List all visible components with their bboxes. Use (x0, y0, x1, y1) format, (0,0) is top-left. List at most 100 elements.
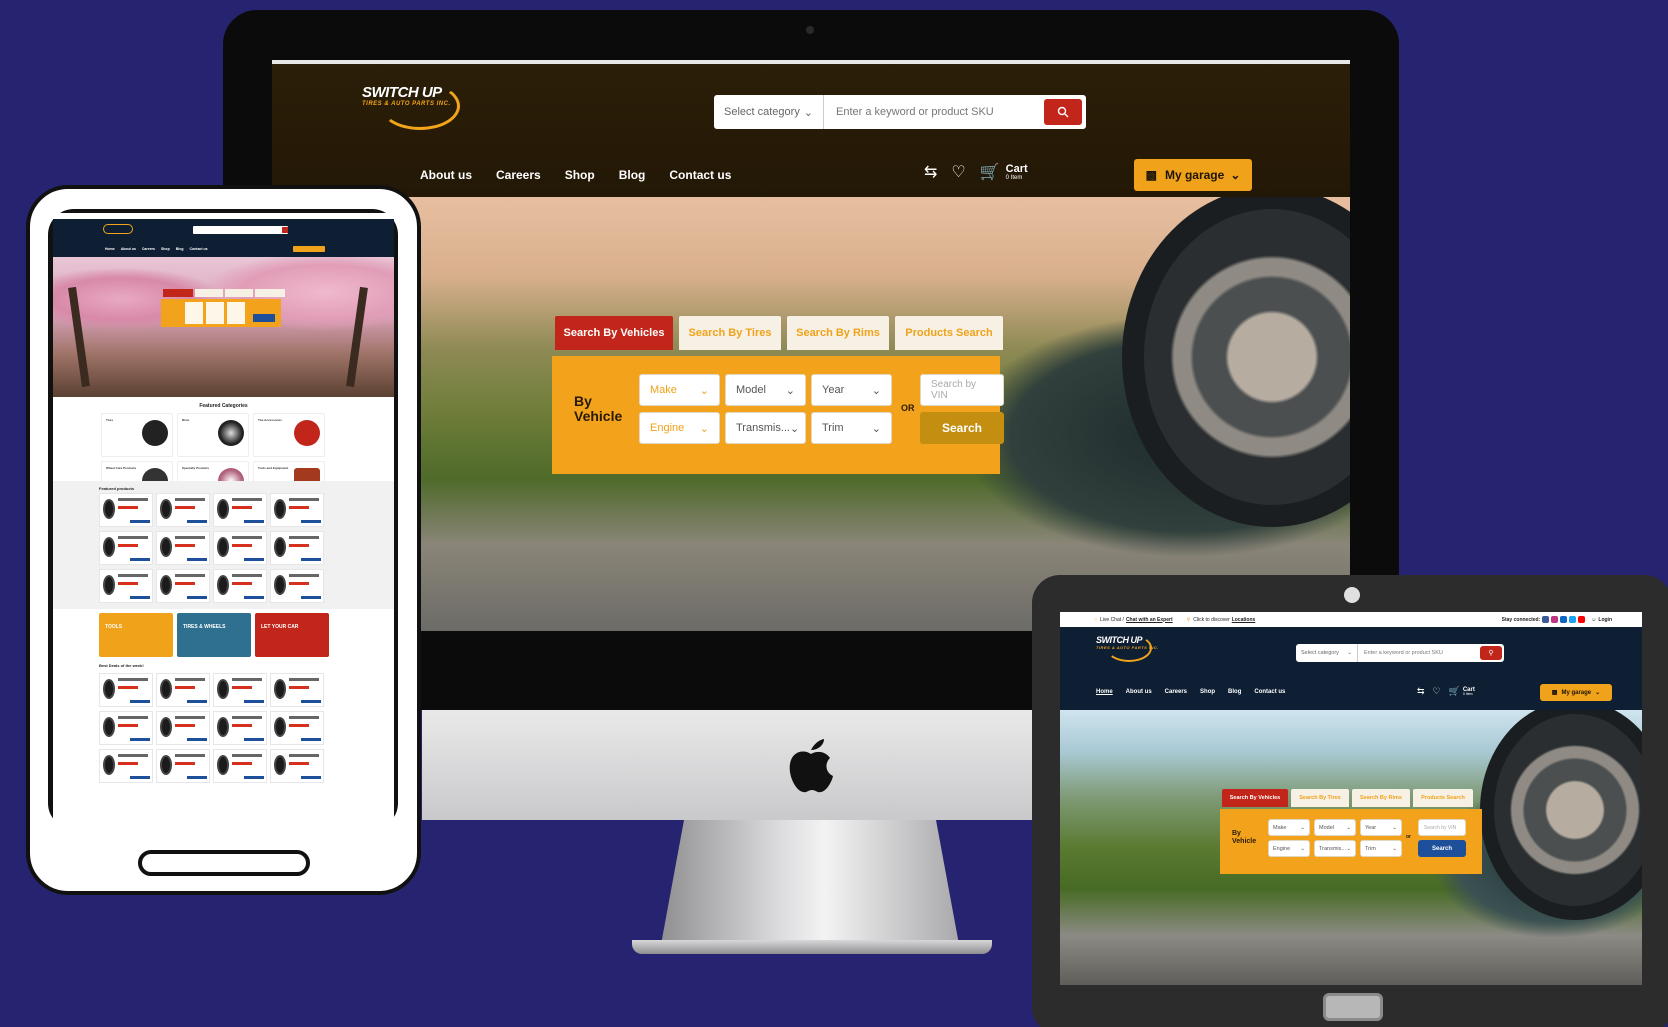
model-select[interactable]: Model ⌄ (1314, 819, 1356, 836)
deal-card[interactable] (99, 673, 153, 707)
product-card[interactable] (156, 531, 210, 565)
transmission-select[interactable]: Transmis... ⌄ (725, 412, 806, 444)
year-select[interactable]: Year ⌄ (1360, 819, 1402, 836)
mini-nav-shop[interactable]: Shop (161, 247, 170, 251)
cart-link[interactable]: Cart 0 Item (1006, 163, 1028, 181)
deal-card[interactable] (156, 673, 210, 707)
tab-products-search[interactable]: Products Search (895, 316, 1003, 350)
chat-with-expert-link[interactable]: Chat with an Expert (1126, 617, 1173, 623)
make-select[interactable]: Make ⌄ (639, 374, 720, 406)
product-card[interactable] (213, 493, 267, 527)
search-input[interactable]: Enter a keyword or product SKU (1358, 644, 1480, 662)
tab-search-by-vehicles[interactable]: Search By Vehicles (555, 316, 673, 350)
nav-contact-us[interactable]: Contact us (1254, 689, 1285, 695)
tab-search-by-tires[interactable]: Search By Tires (679, 316, 781, 350)
login-link[interactable]: Login (1598, 617, 1612, 623)
year-select[interactable]: Year ⌄ (811, 374, 892, 406)
compare-icon[interactable]: ⇆ (924, 162, 937, 182)
deal-card[interactable] (213, 749, 267, 783)
search-submit-button[interactable]: Search (1418, 840, 1466, 857)
cart-icon[interactable]: 🛒 (980, 162, 1000, 182)
deal-card[interactable] (213, 673, 267, 707)
instagram-icon[interactable] (1551, 616, 1559, 623)
product-card[interactable] (99, 531, 153, 565)
heart-icon[interactable]: ♡ (1433, 686, 1441, 697)
trim-select[interactable]: Trim ⌄ (1360, 840, 1402, 857)
tablet-home-button[interactable] (1323, 993, 1383, 1021)
my-garage-button[interactable]: ▩ My garage ⌄ (1540, 684, 1612, 701)
nav-shop[interactable]: Shop (1200, 689, 1215, 695)
make-select[interactable]: Make ⌄ (1268, 819, 1310, 836)
mini-tab[interactable] (255, 289, 285, 297)
category-select[interactable]: Select category ⌄ (1296, 644, 1358, 662)
promo-banner-car[interactable]: LET YOUR CAR (255, 613, 329, 657)
category-card-accessories[interactable]: Tire Accessories (253, 413, 325, 457)
tab-search-by-rims[interactable]: Search By Rims (1352, 789, 1410, 807)
deal-card[interactable] (270, 749, 324, 783)
product-card[interactable] (156, 569, 210, 603)
deal-card[interactable] (270, 711, 324, 745)
nav-blog[interactable]: Blog (619, 168, 646, 182)
product-card[interactable] (270, 493, 324, 527)
tab-search-by-rims[interactable]: Search By Rims (787, 316, 889, 350)
nav-home[interactable]: Home (1096, 689, 1113, 695)
facebook-icon[interactable] (1542, 616, 1550, 623)
promo-banner-tools[interactable]: TOOLS (99, 613, 173, 657)
nav-contact-us[interactable]: Contact us (669, 168, 731, 182)
mini-nav-home[interactable]: Home (105, 247, 115, 251)
locations-link[interactable]: Locations (1232, 617, 1256, 623)
mini-nav-about[interactable]: About us (121, 247, 136, 251)
mini-nav-contact[interactable]: Contact us (189, 247, 207, 251)
vin-input[interactable]: Search by VIN (920, 374, 1004, 406)
product-card[interactable] (213, 531, 267, 565)
deal-card[interactable] (156, 711, 210, 745)
vin-input[interactable]: Search by VIN (1418, 819, 1466, 836)
mini-nav-careers[interactable]: Careers (142, 247, 155, 251)
mini-search-button[interactable] (253, 314, 275, 322)
deal-card[interactable] (99, 711, 153, 745)
mini-nav-blog[interactable]: Blog (176, 247, 184, 251)
tab-search-by-vehicles[interactable]: Search By Vehicles (1222, 789, 1288, 807)
compare-icon[interactable]: ⇆ (1417, 686, 1425, 697)
category-card-tires[interactable]: Tires (101, 413, 173, 457)
product-card[interactable] (99, 493, 153, 527)
mini-tab[interactable] (225, 289, 253, 297)
product-card[interactable] (270, 569, 324, 603)
category-select[interactable]: Select category ⌄ (714, 95, 824, 129)
engine-select[interactable]: Engine ⌄ (639, 412, 720, 444)
deal-card[interactable] (270, 673, 324, 707)
product-card[interactable] (213, 569, 267, 603)
deal-card[interactable] (213, 711, 267, 745)
product-card[interactable] (270, 531, 324, 565)
mini-tab-active[interactable] (163, 289, 193, 297)
nav-blog[interactable]: Blog (1228, 689, 1241, 695)
deal-card[interactable] (156, 749, 210, 783)
promo-banner-tires[interactable]: TIRES & WHEELS (177, 613, 251, 657)
my-garage-button[interactable]: ▩ My garage ⌄ (1134, 159, 1252, 191)
linkedin-icon[interactable] (1560, 616, 1568, 623)
category-card-rims[interactable]: Rims (177, 413, 249, 457)
search-input[interactable]: Enter a keyword or product SKU (824, 95, 1044, 129)
deal-card[interactable] (99, 749, 153, 783)
model-select[interactable]: Model ⌄ (725, 374, 806, 406)
nav-careers[interactable]: Careers (496, 168, 541, 182)
mini-selects[interactable] (185, 302, 245, 324)
cart-link[interactable]: Cart 0 Item (1463, 687, 1475, 697)
nav-shop[interactable]: Shop (565, 168, 595, 182)
site-logo[interactable]: SWITCH UP TIRES & AUTO PARTS INC. (362, 82, 460, 130)
search-button[interactable] (1044, 99, 1082, 125)
product-card[interactable] (99, 569, 153, 603)
product-card[interactable] (156, 493, 210, 527)
nav-careers[interactable]: Careers (1165, 689, 1187, 695)
site-logo[interactable]: SWITCH UP TIRES & AUTO PARTS INC. (1096, 634, 1159, 662)
engine-select[interactable]: Engine ⌄ (1268, 840, 1310, 857)
transmission-select[interactable]: Transmis... ⌄ (1314, 840, 1356, 857)
nav-about-us[interactable]: About us (420, 168, 472, 182)
tab-search-by-tires[interactable]: Search By Tires (1291, 789, 1349, 807)
search-button[interactable]: ⚲ (1480, 646, 1502, 660)
trim-select[interactable]: Trim ⌄ (811, 412, 892, 444)
tab-products-search[interactable]: Products Search (1413, 789, 1473, 807)
home-button[interactable] (138, 850, 310, 876)
heart-icon[interactable]: ♡ (951, 162, 965, 182)
youtube-icon[interactable] (1578, 616, 1586, 623)
